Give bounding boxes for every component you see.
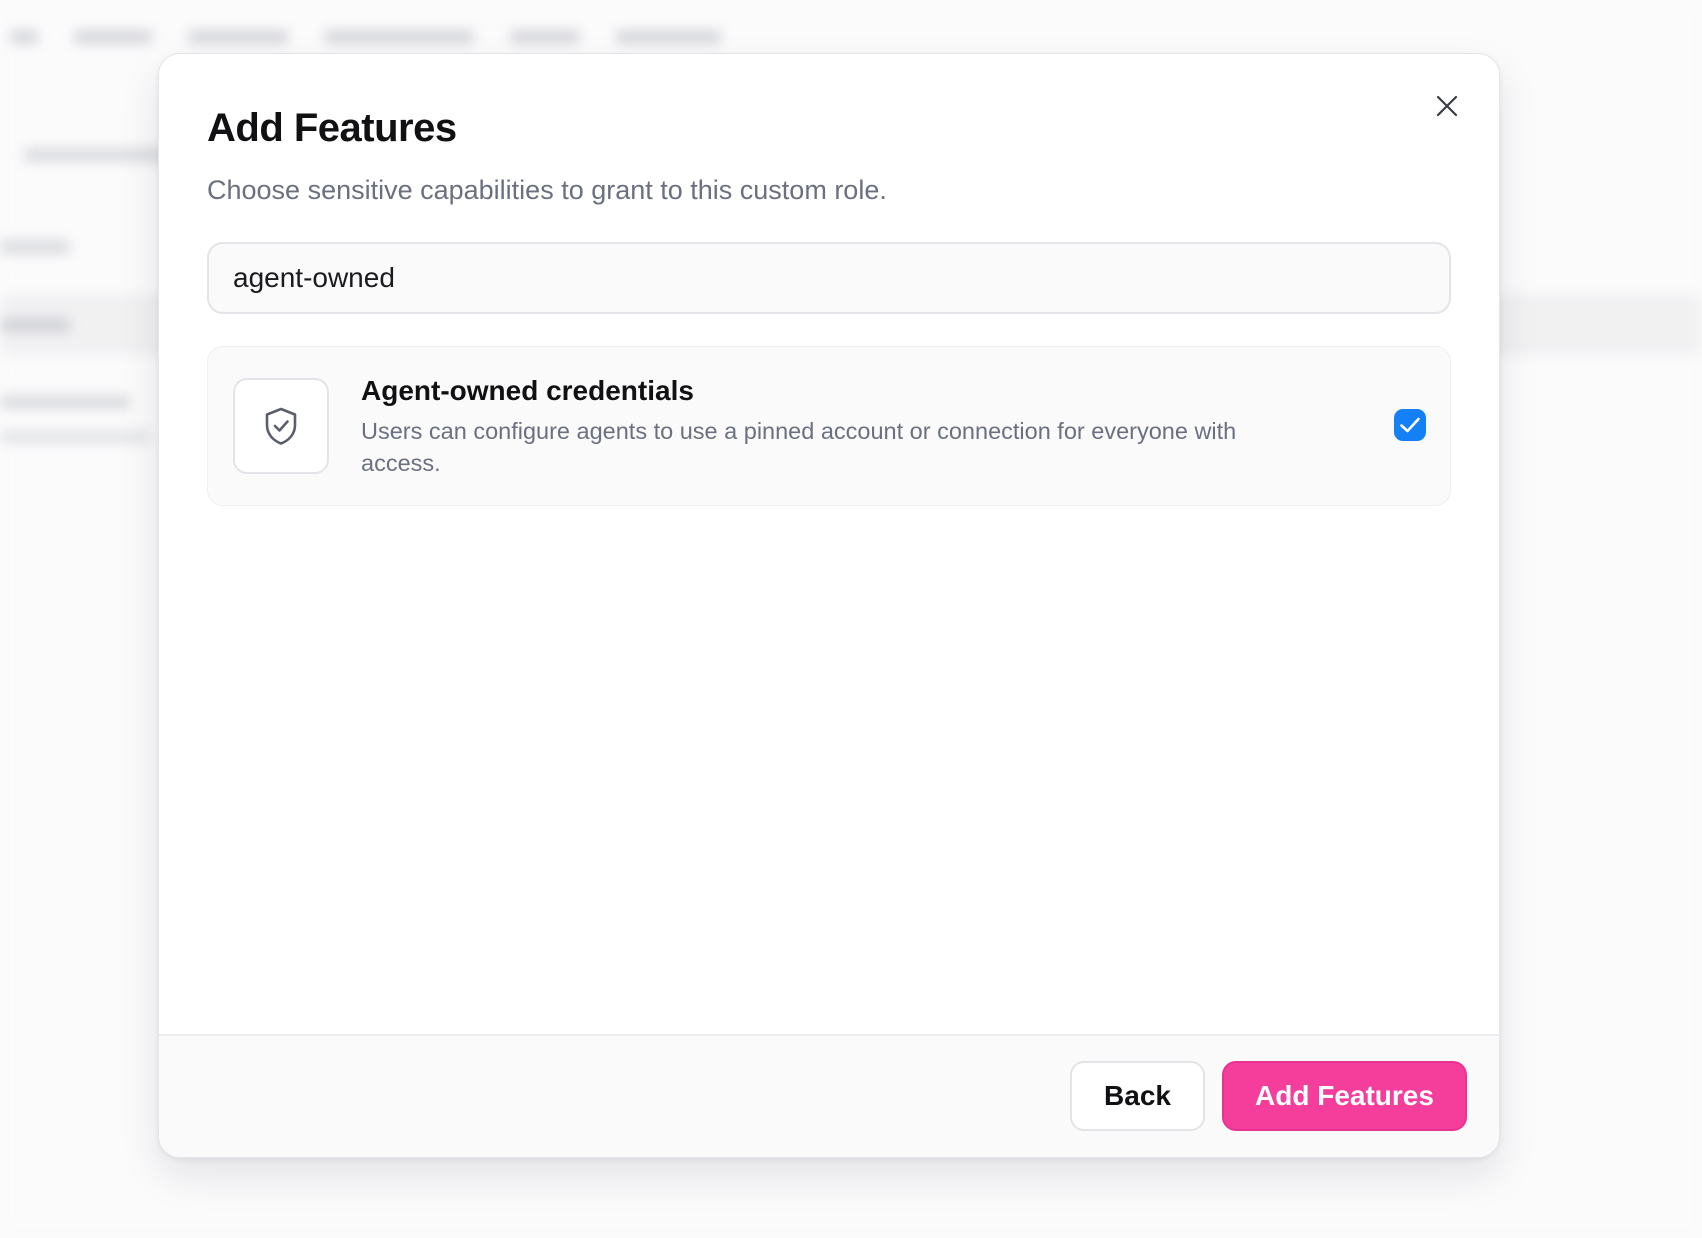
dialog-title: Add Features <box>207 106 457 150</box>
checkmark-icon <box>1400 417 1420 433</box>
feature-option-agent-owned-credentials[interactable]: Agent-owned credentials Users can config… <box>207 346 1451 506</box>
feature-checkbox[interactable] <box>1394 409 1426 441</box>
close-button[interactable] <box>1429 88 1465 124</box>
dialog-subtitle: Choose sensitive capabilities to grant t… <box>207 175 887 205</box>
feature-description: Users can configure agents to use a pinn… <box>361 418 1237 476</box>
feature-icon-container <box>233 378 329 474</box>
close-icon <box>1436 95 1458 117</box>
dialog-footer: Back Add Features <box>159 1034 1499 1157</box>
background-nav <box>0 30 721 54</box>
feature-title: Agent-owned credentials <box>361 375 694 406</box>
feature-search-input[interactable] <box>207 242 1451 314</box>
shield-check-icon <box>265 407 297 445</box>
back-button[interactable]: Back <box>1070 1061 1205 1131</box>
add-features-dialog: Add Features Choose sensitive capabiliti… <box>158 53 1500 1158</box>
add-features-button[interactable]: Add Features <box>1222 1061 1467 1131</box>
